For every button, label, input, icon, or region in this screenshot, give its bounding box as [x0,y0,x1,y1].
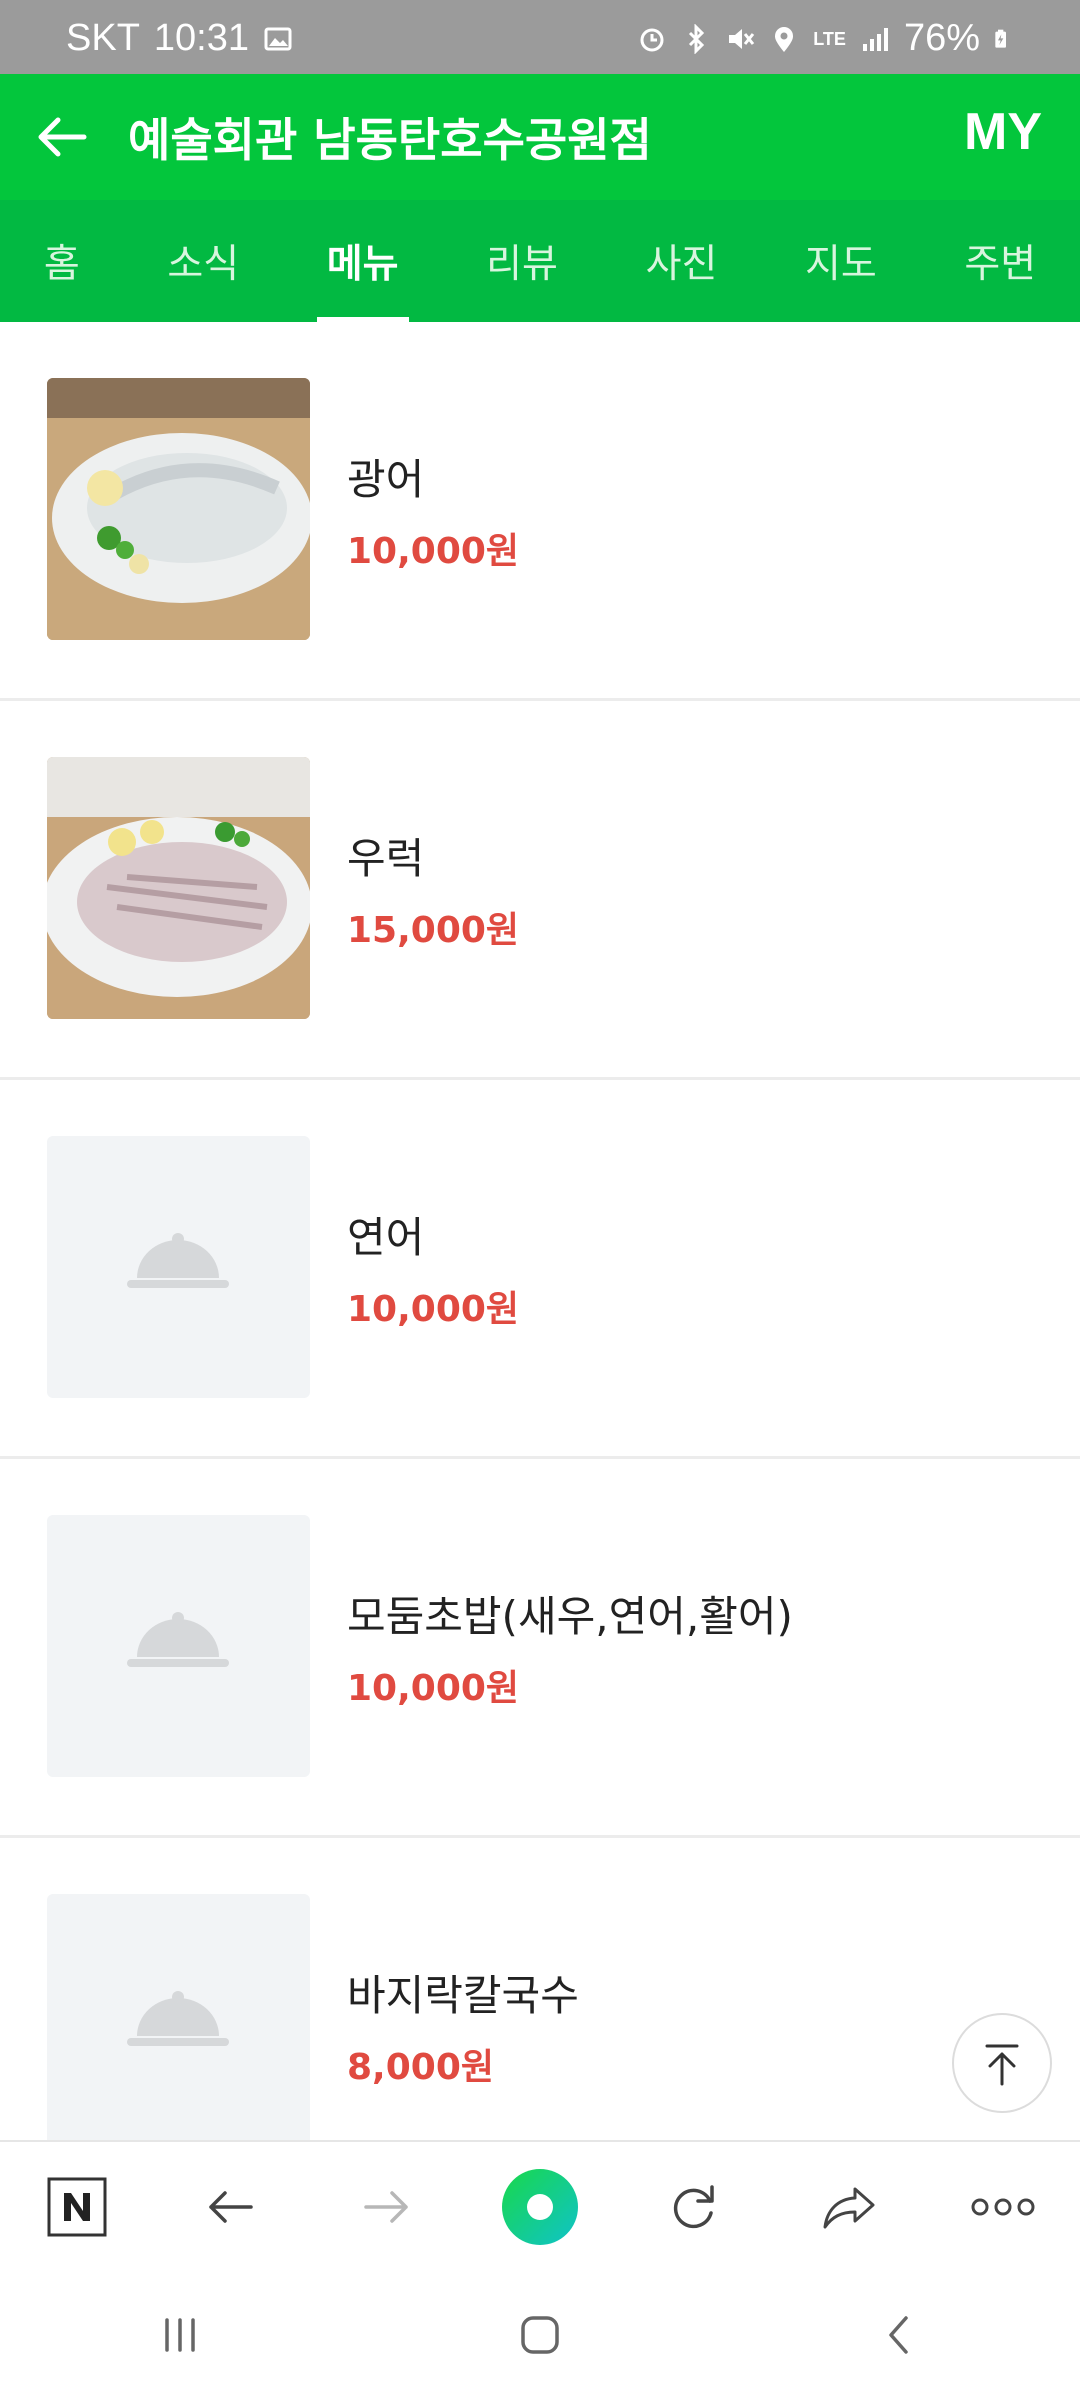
tab-map[interactable]: 지도 [799,200,883,322]
tab-photo[interactable]: 사진 [640,200,724,322]
menu-item[interactable]: 광어 10,000원 [0,322,1080,701]
back-icon [889,2316,908,2354]
menu-item-price: 8,000원 [347,2047,494,2088]
battery-icon [995,29,1006,48]
menu-thumbnail-placeholder[interactable] [47,1136,310,1398]
system-nav-bar [0,2270,1080,2400]
refresh-icon [674,2185,715,2229]
lte-icon: LTE [813,28,846,49]
tab-menu[interactable]: 메뉴 [316,200,409,322]
bluetooth-icon [689,23,705,54]
browser-back-button[interactable] [181,2157,281,2257]
status-left: SKT 10:31 [66,17,293,60]
menu-item-price: 10,000원 [347,1668,520,1709]
back-arrow-icon[interactable] [32,107,92,167]
home-button[interactable] [480,2285,600,2385]
menu-item-price: 10,000원 [347,1289,520,1330]
forward-arrow-icon [363,2191,408,2223]
green-dot-button[interactable] [490,2157,590,2257]
status-bar: SKT 10:31 LTE 76% [0,0,1080,74]
location-icon [775,26,794,52]
menu-item-name: 바지락칼국수 [347,1971,579,2020]
more-button[interactable] [953,2157,1053,2257]
scroll-top-button[interactable] [952,2013,1052,2113]
arrow-up-icon [985,2044,1019,2086]
tab-review[interactable]: 리뷰 [480,200,564,322]
status-right: LTE 76% [637,17,1014,60]
menu-thumbnail-placeholder[interactable] [47,1515,310,1777]
home-icon [521,2316,559,2354]
signal-icon [862,27,888,51]
tab-home[interactable]: 홈 [38,200,86,322]
alarm-icon [640,28,664,51]
menu-item-name: 우럭 [347,834,425,883]
more-dots-icon [971,2198,1035,2216]
green-dot-icon [501,2169,578,2245]
menu-item-name: 연어 [347,1213,425,1262]
naver-home-icon [47,2177,107,2237]
tab-bar: 홈 소식 메뉴 리뷰 사진 지도 주변 [0,200,1080,322]
refresh-button[interactable] [644,2157,744,2257]
tab-nearby[interactable]: 주변 [958,200,1042,322]
naver-home-button[interactable] [27,2157,127,2257]
placeholder-cloche-icon [127,1991,229,2046]
battery-percent: 76% [903,17,980,59]
flatfish-sashimi-photo[interactable] [47,378,310,640]
back-arrow-icon [209,2191,254,2223]
menu-item-price: 10,000원 [347,531,520,572]
system-back-button[interactable] [840,2285,960,2385]
menu-item-name: 모둠초밥(새우,연어,활어) [347,1592,793,1641]
menu-item-price: 15,000원 [347,910,520,951]
menu-item[interactable]: 모둠초밥(새우,연어,활어) 10,000원 [0,1459,1080,1838]
app-header: 예술회관 남동탄호수공원점 MY [0,74,1080,200]
carrier-label: SKT [66,17,140,59]
menu-item-name: 광어 [347,455,425,504]
my-button[interactable]: MY [964,102,1042,162]
share-button[interactable] [799,2157,899,2257]
rockfish-sashimi-photo[interactable] [47,757,310,1019]
browser-toolbar [0,2140,1080,2272]
menu-list: 광어 10,000원 우럭 15,000원 연어 10,000원 모둠초밥(새우… [0,322,1080,2217]
menu-thumbnail-placeholder[interactable] [47,1894,310,2156]
recent-apps-icon [165,2318,195,2352]
placeholder-cloche-icon [127,1612,229,1667]
clock: 10:31 [153,17,249,59]
tab-news[interactable]: 소식 [161,200,245,322]
place-title: 예술회관 남동탄호수공원점 [128,113,652,167]
mute-icon [729,28,755,49]
recent-apps-button[interactable] [120,2285,240,2385]
browser-forward-button[interactable] [336,2157,436,2257]
gallery-icon [264,27,292,50]
menu-item[interactable]: 연어 10,000원 [0,1080,1080,1459]
menu-item[interactable]: 우럭 15,000원 [0,701,1080,1080]
share-icon [823,2187,875,2229]
placeholder-cloche-icon [127,1233,229,1288]
